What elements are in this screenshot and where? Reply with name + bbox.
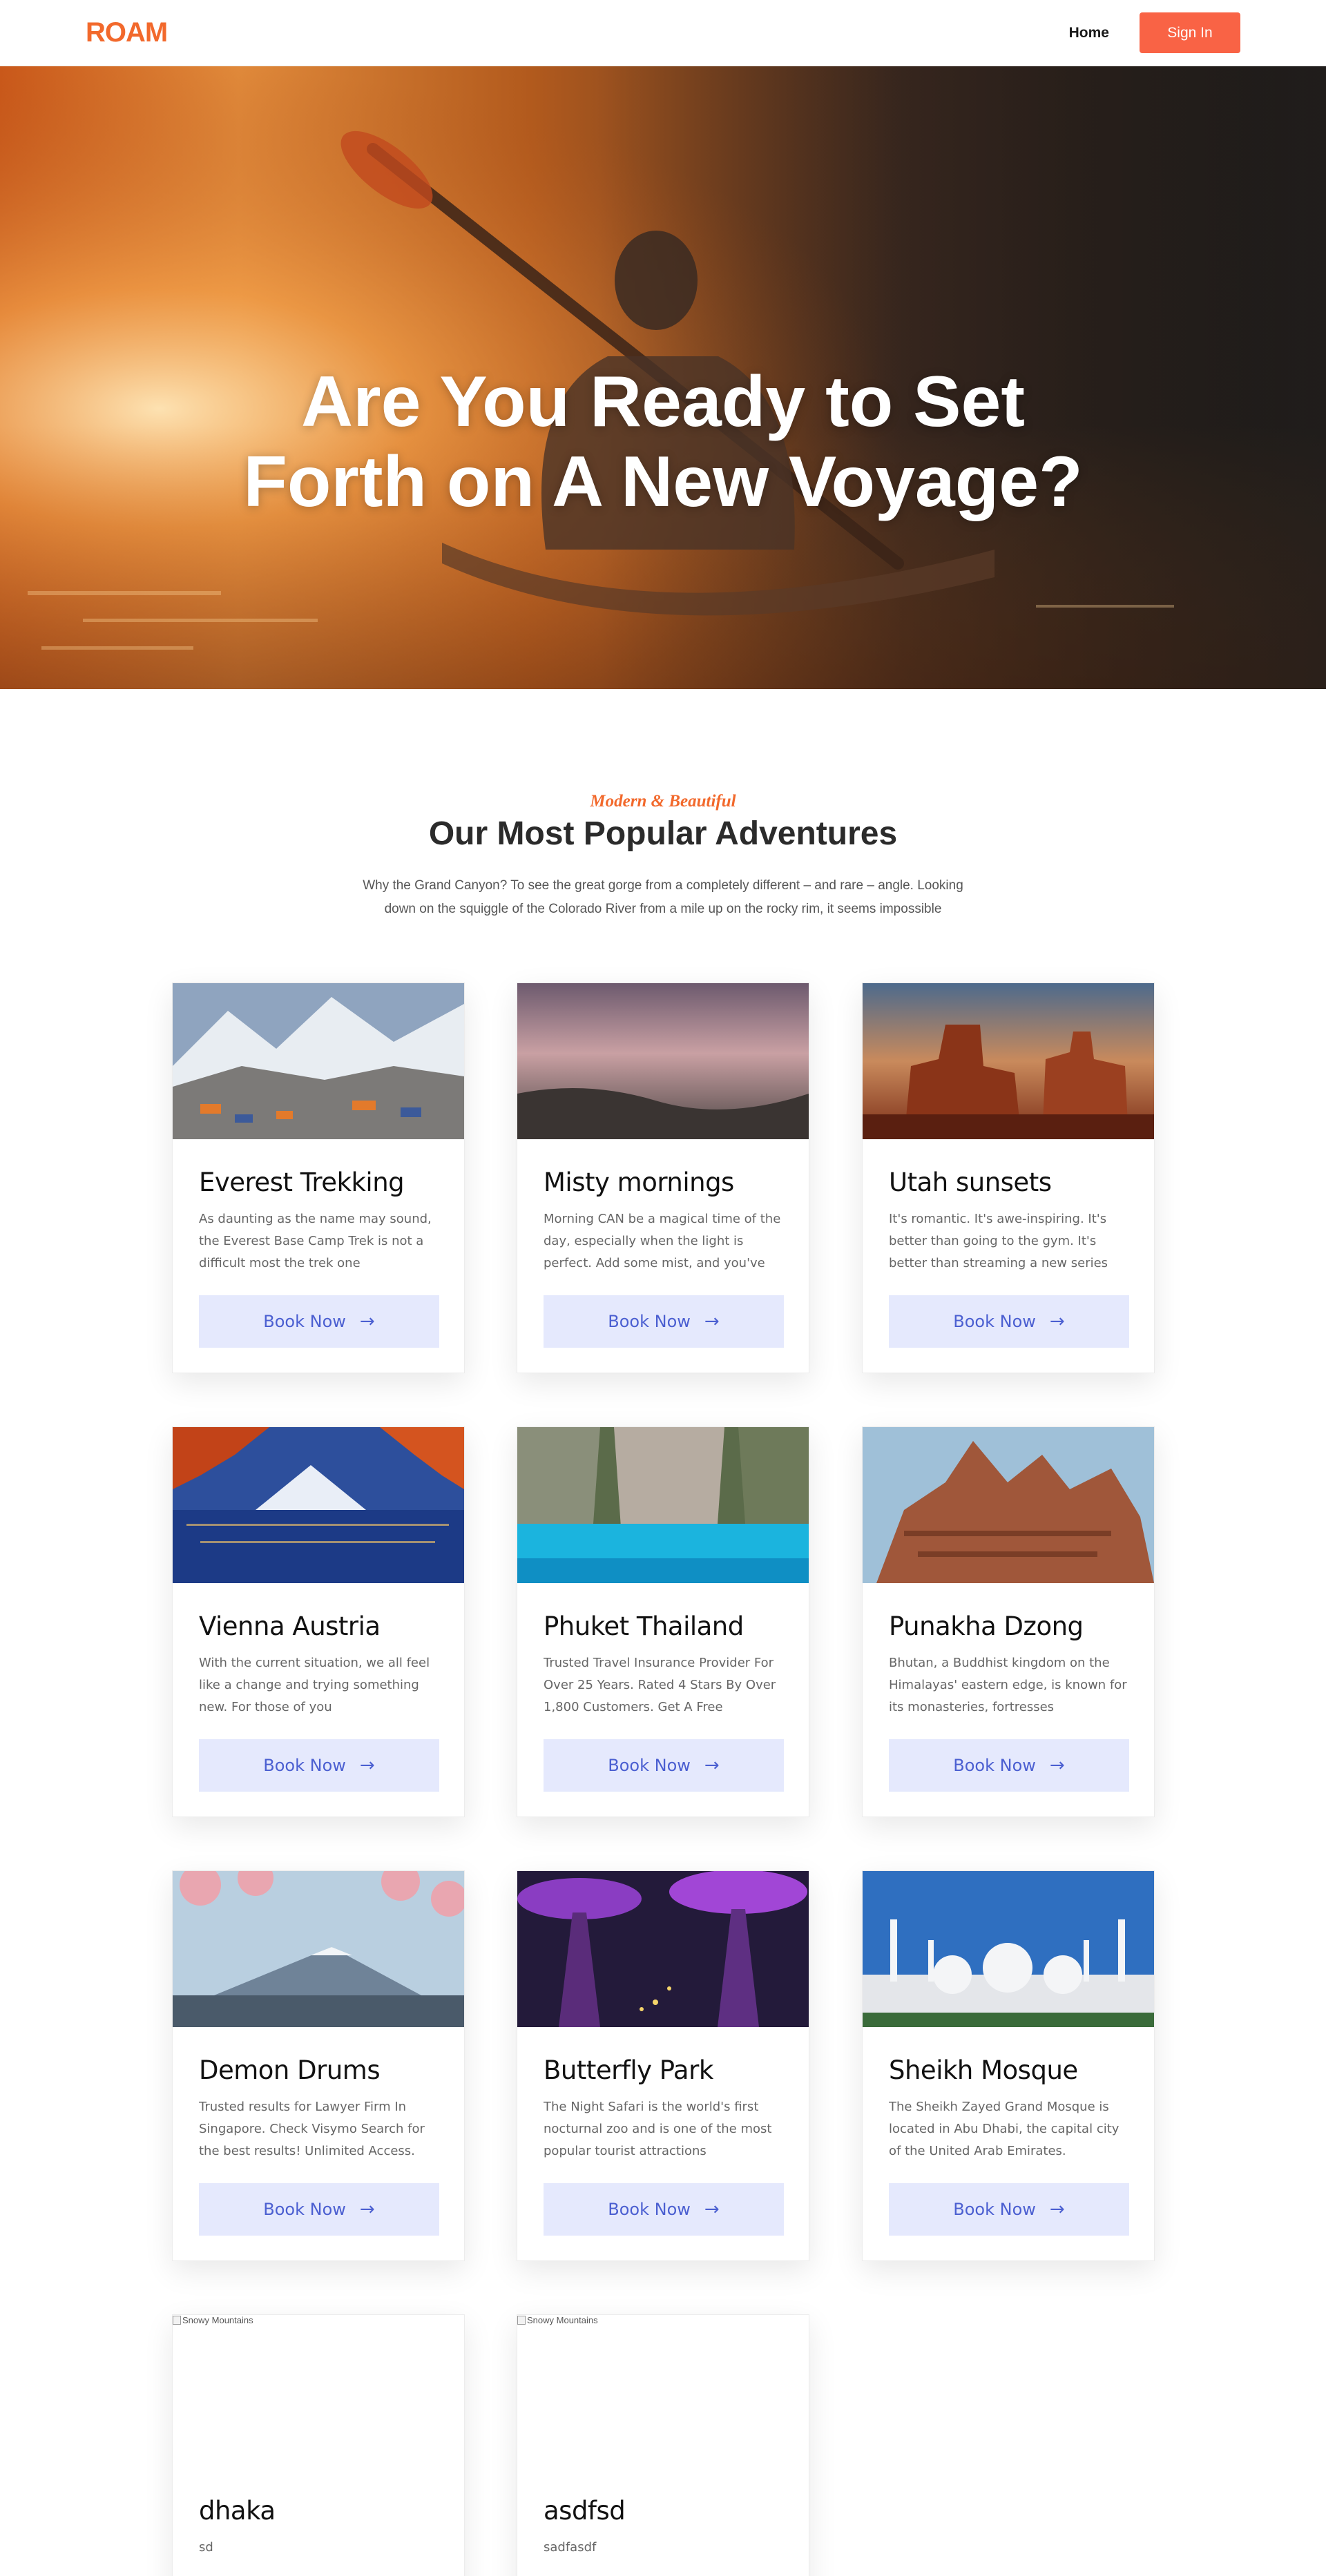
button-label: Book Now	[263, 1312, 346, 1331]
book-now-button[interactable]: Book Now →	[199, 1739, 439, 1792]
button-label: Book Now	[263, 2200, 346, 2219]
hero-title: Are You Ready to Set Forth on A New Voya…	[243, 362, 1083, 522]
nav-actions: Home Sign In	[1069, 12, 1240, 53]
adventure-card: Utah sunsets It's romantic. It's awe-ins…	[862, 982, 1155, 1373]
broken-image: Snowy Mountains	[517, 2315, 809, 2471]
arrow-right-icon: →	[1049, 2199, 1065, 2220]
top-navbar: ROAM Home Sign In	[0, 0, 1326, 66]
card-title: Butterfly Park	[544, 2055, 713, 2085]
card-text: sd	[199, 2540, 213, 2555]
book-now-button[interactable]: Book Now →	[544, 1295, 784, 1348]
card-title: Misty mornings	[544, 1168, 734, 1197]
button-label: Book Now	[608, 1312, 691, 1331]
arrow-right-icon: →	[704, 2199, 720, 2220]
sign-in-button[interactable]: Sign In	[1140, 12, 1240, 53]
card-title: Punakha Dzong	[889, 1611, 1084, 1641]
book-now-button[interactable]: Book Now →	[544, 1739, 784, 1792]
misty-morning-image	[517, 983, 809, 1139]
section-title: Our Most Popular Adventures	[428, 815, 898, 852]
card-text: The Night Safari is the world's first no…	[544, 2100, 772, 2158]
card-title: Demon Drums	[199, 2055, 381, 2085]
button-label: Book Now	[953, 2200, 1036, 2219]
card-title: asdfsd	[544, 2496, 626, 2526]
brand-logo[interactable]: ROAM	[86, 17, 168, 48]
adventure-card: Vienna Austria With the current situatio…	[172, 1426, 465, 1817]
adventure-card: Snowy Mountains dhaka sd	[172, 2314, 465, 2576]
card-text: Bhutan, a Buddhist kingdom on the Himala…	[889, 1656, 1127, 1714]
card-text: Morning CAN be a magical time of the day…	[544, 1212, 781, 1270]
card-title: Utah sunsets	[889, 1168, 1052, 1197]
arrow-right-icon: →	[704, 1311, 720, 1332]
cherry-blossom-image	[173, 1860, 467, 2027]
book-now-button[interactable]: Book Now →	[199, 1295, 439, 1348]
vienna-lake-image	[173, 1427, 464, 1583]
broken-image: Snowy Mountains	[173, 2315, 464, 2471]
button-label: Book Now	[953, 1756, 1036, 1775]
sheikh-mosque-image	[863, 1871, 1154, 2027]
broken-image-icon	[517, 2316, 526, 2325]
section-eyebrow: Modern & Beautiful	[590, 792, 736, 811]
book-now-button[interactable]: Book Now →	[544, 2183, 784, 2236]
adventure-card: Misty mornings Morning CAN be a magical …	[517, 982, 809, 1373]
book-now-button[interactable]: Book Now →	[889, 2183, 1129, 2236]
everest-camp-image	[173, 983, 464, 1139]
card-title: Everest Trekking	[199, 1168, 405, 1197]
broken-image-icon	[173, 2316, 181, 2325]
image-alt-text: Snowy Mountains	[182, 2315, 253, 2325]
card-title: Phuket Thailand	[544, 1611, 744, 1641]
button-label: Book Now	[263, 1756, 346, 1775]
book-now-button[interactable]: Book Now →	[889, 1295, 1129, 1348]
card-text: With the current situation, we all feel …	[199, 1656, 430, 1714]
card-title: Vienna Austria	[199, 1611, 381, 1641]
nav-home-link[interactable]: Home	[1069, 25, 1109, 41]
image-alt-text: Snowy Mountains	[527, 2315, 598, 2325]
adventure-card: Snowy Mountains asdfsd sadfasdf	[517, 2314, 809, 2576]
adventure-card: Punakha Dzong Bhutan, a Buddhist kingdom…	[862, 1426, 1155, 1817]
card-text: Trusted results for Lawyer Firm In Singa…	[199, 2100, 425, 2158]
arrow-right-icon: →	[1049, 1755, 1065, 1776]
arrow-right-icon: →	[704, 1755, 720, 1776]
card-text: sadfasdf	[544, 2540, 597, 2555]
adventure-card: Everest Trekking As daunting as the name…	[172, 982, 465, 1373]
adventure-card: Butterfly Park The Night Safari is the w…	[517, 1870, 809, 2261]
adventure-card: Phuket Thailand Trusted Travel Insurance…	[517, 1426, 809, 1817]
button-label: Book Now	[608, 1756, 691, 1775]
arrow-right-icon: →	[1049, 1311, 1065, 1332]
book-now-button[interactable]: Book Now →	[889, 1739, 1129, 1792]
arrow-right-icon: →	[359, 1311, 375, 1332]
section-description: Why the Grand Canyon? To see the great g…	[363, 878, 963, 916]
card-title: dhaka	[199, 2496, 276, 2526]
card-title: Sheikh Mosque	[889, 2055, 1078, 2085]
utah-sunset-image	[863, 983, 1154, 1139]
card-text: As daunting as the name may sound, the E…	[199, 1212, 432, 1270]
supertree-grove-image	[517, 1870, 809, 2027]
card-text: Trusted Travel Insurance Provider For Ov…	[544, 1656, 776, 1714]
phuket-lagoon-image	[517, 1427, 809, 1583]
adventure-card: Demon Drums Trusted results for Lawyer F…	[172, 1860, 467, 2261]
card-text: It's romantic. It's awe-inspiring. It's …	[889, 1212, 1108, 1270]
card-text: The Sheikh Zayed Grand Mosque is located…	[889, 2100, 1120, 2158]
arrow-right-icon: →	[359, 1755, 375, 1776]
punakha-temple-image	[863, 1427, 1154, 1583]
adventure-card: Sheikh Mosque The Sheikh Zayed Grand Mos…	[862, 1870, 1155, 2261]
button-label: Book Now	[953, 1312, 1036, 1331]
hero-banner: Are You Ready to Set Forth on A New Voya…	[0, 66, 1326, 689]
button-label: Book Now	[608, 2200, 691, 2219]
arrow-right-icon: →	[359, 2199, 375, 2220]
book-now-button[interactable]: Book Now →	[199, 2183, 439, 2236]
